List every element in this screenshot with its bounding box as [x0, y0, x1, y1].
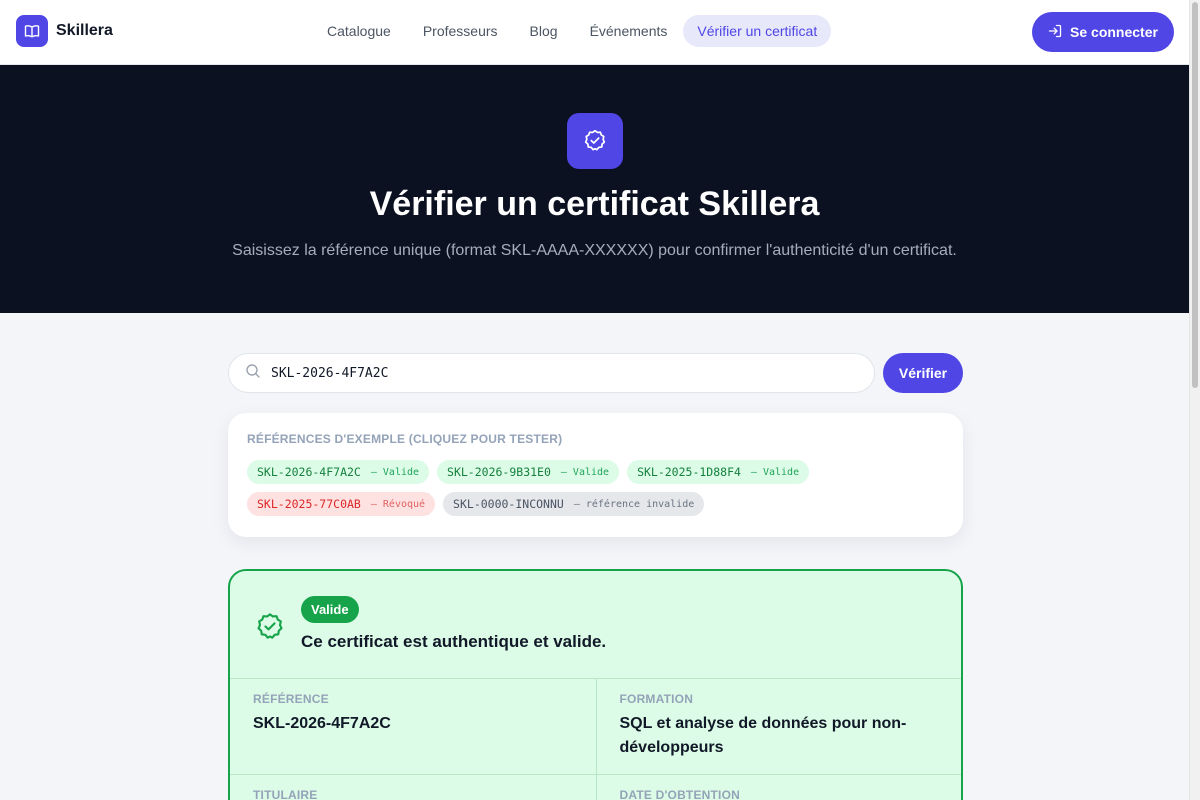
hero-section: Vérifier un certificat Skillera Saisisse… [0, 65, 1189, 313]
nav-verifier-certificat[interactable]: Vérifier un certificat [683, 15, 832, 47]
chip-status: — référence invalide [573, 498, 695, 510]
example-chip[interactable]: SKL-2025-77C0AB — Révoqué [247, 492, 436, 516]
certificate-reference-input[interactable] [271, 365, 831, 381]
examples-title: RÉFÉRENCES D'EXEMPLE (CLIQUEZ POUR TESTE… [247, 432, 563, 446]
book-icon [16, 15, 48, 47]
chip-reference: SKL-2025-77C0AB [257, 497, 361, 511]
search-icon [245, 363, 261, 384]
chip-status: — Valide [560, 466, 610, 478]
nav-evenements[interactable]: Événements [574, 15, 684, 47]
verified-check-icon [254, 611, 286, 648]
login-label: Se connecter [1070, 24, 1158, 40]
chip-status: — Valide [370, 466, 420, 478]
login-button[interactable]: Se connecter [1032, 12, 1174, 52]
detail-label: FORMATION [619, 692, 694, 706]
details-row: TITULAIRE DATE D'OBTENTION [230, 775, 961, 800]
detail-reference: RÉFÉRENCE SKL-2026-4F7A2C [230, 679, 596, 774]
detail-titulaire: TITULAIRE [230, 775, 596, 800]
chip-status: — Révoqué [370, 498, 426, 510]
main-nav: Catalogue Professeurs Blog Événements Vé… [311, 15, 832, 47]
chip-status: — Valide [750, 466, 800, 478]
brand-name: Skillera [56, 22, 113, 39]
scrollbar-thumb[interactable] [1192, 2, 1198, 388]
details-row: RÉFÉRENCE SKL-2026-4F7A2C FORMATION SQL … [230, 679, 961, 775]
verify-button[interactable]: Vérifier [883, 353, 963, 393]
example-chip[interactable]: SKL-2026-9B31E0 — Valide [437, 460, 620, 484]
detail-value: SQL et analyse de données pour non-dével… [619, 715, 907, 756]
brand[interactable]: Skillera [16, 15, 113, 47]
detail-formation: FORMATION SQL et analyse de données pour… [595, 679, 962, 774]
result-message: Ce certificat est authentique et valide. [301, 632, 607, 651]
example-chip[interactable]: SKL-0000-INCONNU — référence invalide [443, 492, 705, 516]
chip-reference: SKL-0000-INCONNU [453, 497, 564, 511]
example-chip[interactable]: SKL-2026-4F7A2C — Valide [247, 460, 430, 484]
detail-label: TITULAIRE [253, 788, 318, 800]
nav-catalogue[interactable]: Catalogue [311, 15, 407, 47]
chip-reference: SKL-2025-1D88F4 [637, 465, 741, 479]
top-navbar: Skillera Catalogue Professeurs Blog Évén… [0, 0, 1189, 65]
chip-reference: SKL-2026-4F7A2C [257, 465, 361, 479]
page-subtitle: Saisissez la référence unique (format SK… [232, 242, 957, 259]
detail-value: SKL-2026-4F7A2C [253, 715, 391, 732]
example-chip[interactable]: SKL-2025-1D88F4 — Valide [627, 460, 810, 484]
page-title: Vérifier un certificat Skillera [369, 185, 820, 223]
page-scrollbar[interactable] [1189, 0, 1200, 800]
example-references-card: RÉFÉRENCES D'EXEMPLE (CLIQUEZ POUR TESTE… [228, 413, 963, 537]
chip-reference: SKL-2026-9B31E0 [447, 465, 551, 479]
login-icon [1048, 24, 1062, 41]
example-chips: SKL-2026-4F7A2C — Valide SKL-2026-9B31E0… [247, 460, 847, 516]
status-badge: Valide [301, 596, 359, 623]
detail-date-obtention: DATE D'OBTENTION [595, 775, 962, 800]
nav-blog[interactable]: Blog [514, 15, 574, 47]
nav-professeurs[interactable]: Professeurs [407, 15, 514, 47]
detail-label: RÉFÉRENCE [253, 692, 329, 706]
detail-label: DATE D'OBTENTION [619, 788, 740, 800]
certificate-details: RÉFÉRENCE SKL-2026-4F7A2C FORMATION SQL … [230, 678, 961, 800]
certificate-search-field[interactable] [228, 353, 875, 393]
verified-badge-icon [567, 113, 623, 169]
verification-result-card: Valide Ce certificat est authentique et … [228, 569, 963, 800]
